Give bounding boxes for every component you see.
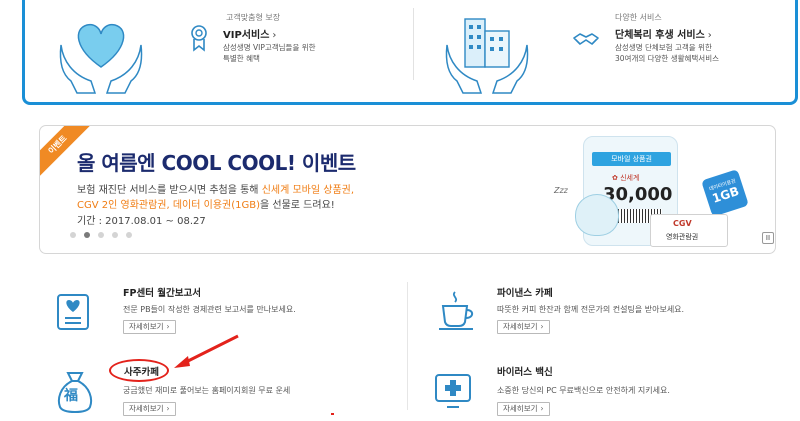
banner-line-2: CGV 2인 영화관람권, 데이터 이용권(1GB)을 선물로 드려요! xyxy=(77,196,335,211)
mobile-voucher-header: 모바일 상품권 xyxy=(592,152,671,166)
virus-desc: 소중한 당신의 PC 무료백신으로 안전하게 지키세요. xyxy=(497,386,670,395)
coffee-cup-icon xyxy=(439,291,474,330)
fortune-char: 福 xyxy=(64,388,78,404)
grid-divider xyxy=(407,282,408,410)
sleep-text: Zzz xyxy=(554,186,568,195)
handshake-icon xyxy=(573,33,599,45)
finance-cafe-title: 파이낸스 카페 xyxy=(497,288,553,299)
carousel-dot[interactable] xyxy=(112,232,118,238)
finance-cafe-desc: 따뜻한 커피 한잔과 함께 전문가의 컨설팅을 받아보세요. xyxy=(497,305,685,314)
carousel-dot[interactable] xyxy=(70,232,76,238)
banner-highlight: CGV 2인 영화관람권, 데이터 이용권(1GB) xyxy=(77,200,261,211)
desc-line: 삼성생명 단체보험 고객을 위한 xyxy=(615,43,712,52)
more-label: 자세히보기 xyxy=(129,322,164,331)
service-caption: 고객맞춤형 보장 xyxy=(226,13,281,22)
desc-line: 특별한 혜택 xyxy=(223,54,260,63)
chevron-right-icon: › xyxy=(166,322,170,331)
group-welfare-desc: 삼성생명 단체보험 고객을 위한 30여개의 다양한 생활혜택서비스 xyxy=(615,42,719,64)
group-welfare-title: 단체복리 후생 서비스 xyxy=(615,30,705,41)
carousel-dots xyxy=(70,232,132,238)
banner-text: 보험 재진단 서비스를 받으시면 추첨을 통해 xyxy=(77,185,262,196)
virus-more-button[interactable]: 자세히보기 › xyxy=(497,402,550,416)
saju-cafe-more-button[interactable]: 자세히보기 › xyxy=(123,402,176,416)
more-label: 자세히보기 xyxy=(503,404,538,413)
chevron-right-icon: › xyxy=(166,404,170,413)
banner-period: 기간 : 2017.08.01 ~ 08.27 xyxy=(77,216,206,227)
carousel-dot[interactable] xyxy=(98,232,104,238)
vip-service-desc: 삼성생명 VIP고객님들을 위한 특별한 혜택 xyxy=(223,42,316,64)
mascot-illustration xyxy=(575,194,619,236)
desc-line: 30여개의 다양한 생활혜택서비스 xyxy=(615,54,720,63)
cgv-logo: CGV xyxy=(673,219,692,228)
buildings-hands-illustration xyxy=(445,18,529,94)
arrow-annotation-icon xyxy=(174,334,239,368)
data-voucher-tag: 데이터이용권 1GB xyxy=(701,169,749,217)
more-label: 자세히보기 xyxy=(503,322,538,331)
banner-text: 을 선물로 드려요! xyxy=(260,200,335,211)
chevron-right-icon: › xyxy=(540,404,544,413)
heart-hands-illustration xyxy=(59,23,143,94)
more-label: 자세히보기 xyxy=(129,404,164,413)
chevron-right-icon: › xyxy=(272,30,277,41)
saju-cafe-desc: 궁금했던 재미로 풀어보는 홈페이지회원 무료 운세 xyxy=(123,386,291,395)
vip-service-link[interactable]: VIP서비스 › xyxy=(223,26,276,41)
movie-ticket-label: 영화관람권 xyxy=(666,233,699,241)
pause-button[interactable]: II xyxy=(762,232,774,244)
banner-line-1: 보험 재진단 서비스를 받으시면 추첨을 통해 신세계 모바일 상품권, xyxy=(77,181,354,196)
vaccine-monitor-icon xyxy=(435,374,471,408)
banner-highlight: 신세계 모바일 상품권, xyxy=(261,185,355,196)
brand-label: ✿ 신세계 xyxy=(612,174,640,182)
fp-report-title: FP센터 월간보고서 xyxy=(123,288,201,299)
carousel-dot-active[interactable] xyxy=(84,232,90,238)
highlight-circle-annotation xyxy=(109,359,169,382)
report-icon xyxy=(57,294,89,330)
fp-report-desc: 전문 PB들이 작성한 경제관련 보고서를 만나보세요. xyxy=(123,305,296,314)
group-welfare-link[interactable]: 단체복리 후생 서비스 › xyxy=(615,26,712,41)
banner-title: 올 여름엔 COOL COOL! 이벤트 xyxy=(77,151,356,175)
virus-title: 바이러스 백신 xyxy=(497,367,553,378)
event-banner[interactable]: 이벤트 올 여름엔 COOL COOL! 이벤트 보험 재진단 서비스를 받으시… xyxy=(39,125,776,254)
vip-medal-icon xyxy=(191,25,207,52)
service-caption: 다양한 서비스 xyxy=(615,13,662,22)
vip-service-title: VIP서비스 xyxy=(223,30,270,41)
fp-report-more-button[interactable]: 자세히보기 › xyxy=(123,320,176,334)
annotation-mark xyxy=(331,413,334,415)
finance-cafe-more-button[interactable]: 자세히보기 › xyxy=(497,320,550,334)
desc-line: 삼성생명 VIP고객님들을 위한 xyxy=(223,43,316,52)
chevron-right-icon: › xyxy=(540,322,544,331)
divider xyxy=(413,8,414,80)
carousel-dot[interactable] xyxy=(126,232,132,238)
brand-name: 신세계 xyxy=(620,174,640,182)
chevron-right-icon: › xyxy=(707,30,712,41)
